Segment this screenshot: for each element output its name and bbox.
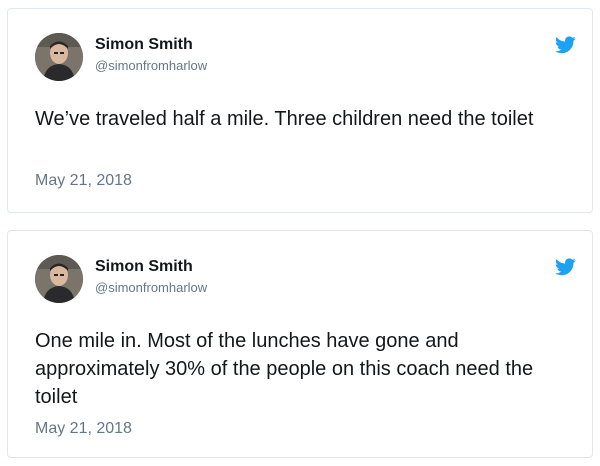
tweet-date[interactable]: May 21, 2018 xyxy=(35,419,132,439)
tweet-text: One mile in. Most of the lunches have go… xyxy=(35,330,534,408)
tweet-card[interactable]: Simon Smith @simonfromharlow We’ve trave… xyxy=(7,8,593,213)
avatar[interactable] xyxy=(35,255,83,303)
author-name[interactable]: Simon Smith xyxy=(95,257,207,277)
avatar[interactable] xyxy=(35,33,83,81)
tweet-card[interactable]: Simon Smith @simonfromharlow One mile in… xyxy=(7,230,593,458)
twitter-bird-icon[interactable] xyxy=(555,258,576,276)
author-handle[interactable]: @simonfromharlow xyxy=(95,57,207,75)
author-handle[interactable]: @simonfromharlow xyxy=(95,279,207,297)
tweet-text: We’ve traveled half a mile. Three childr… xyxy=(35,108,534,130)
author-name[interactable]: Simon Smith xyxy=(95,35,207,55)
twitter-bird-icon[interactable] xyxy=(555,36,576,54)
tweet-date[interactable]: May 21, 2018 xyxy=(35,171,132,191)
